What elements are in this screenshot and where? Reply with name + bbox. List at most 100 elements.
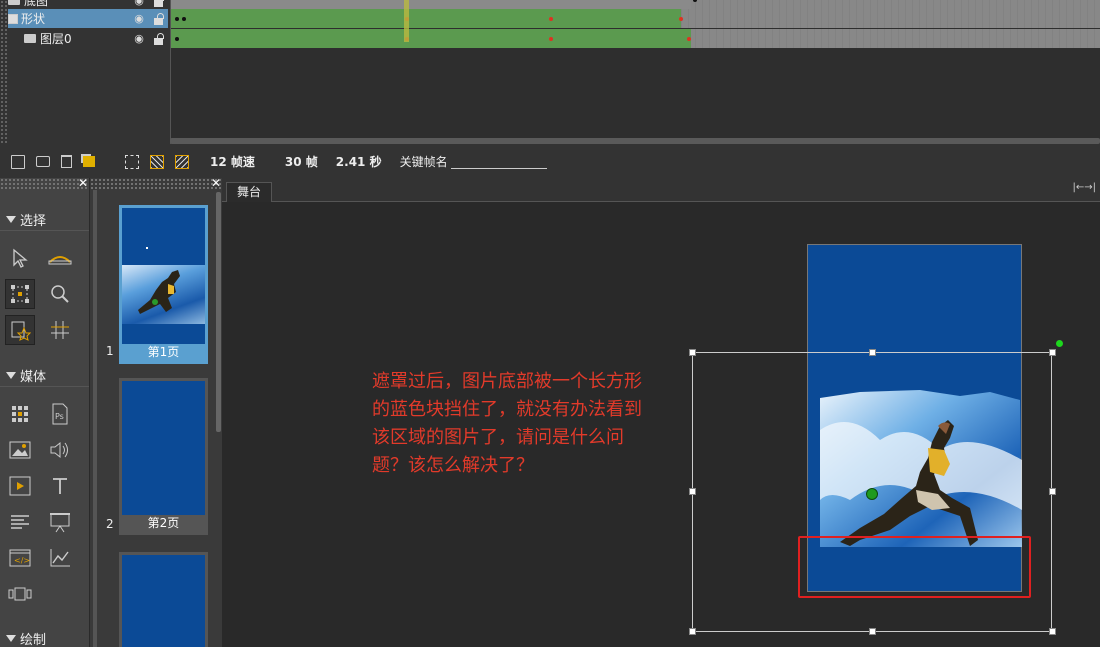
layer-folder-icon <box>8 0 20 5</box>
keyframe[interactable] <box>549 37 553 41</box>
resize-handle-tl[interactable] <box>689 349 696 356</box>
page-label: 第2页 <box>122 515 205 532</box>
layer-row-layer0[interactable]: 图层0 ◉ <box>8 29 168 48</box>
layer-name: 形状 <box>21 12 46 26</box>
tools-panel-grip[interactable] <box>0 178 89 190</box>
web-code-icon[interactable]: </> <box>5 543 35 573</box>
keyframe-name-input[interactable] <box>450 155 547 169</box>
shape-edit-tool-icon[interactable] <box>5 315 35 345</box>
text-tool-icon[interactable] <box>45 471 75 501</box>
lock-icon[interactable] <box>152 32 168 45</box>
lock-icon[interactable] <box>152 12 168 25</box>
chart-icon[interactable] <box>45 543 75 573</box>
layer-name: 图层0 <box>40 32 72 46</box>
keyframe[interactable] <box>182 17 186 21</box>
keyframe[interactable] <box>175 37 179 41</box>
page-number: 1 <box>106 344 114 358</box>
page-thumb-2[interactable]: 第2页 <box>119 378 208 535</box>
frames-row-base[interactable] <box>171 0 1100 9</box>
svg-text:Ps: Ps <box>55 412 64 421</box>
keyframe[interactable] <box>679 17 683 21</box>
zoom-tool-icon[interactable] <box>45 279 75 309</box>
pages-splitter[interactable] <box>93 190 97 647</box>
resize-handle-b[interactable] <box>869 628 876 635</box>
keyframe[interactable] <box>175 17 179 21</box>
page-thumb-3[interactable] <box>119 552 208 647</box>
timeline-toolbar: 12 帧速 30 帧 2.41 秒 关键帧名 <box>0 145 1100 178</box>
paragraph-icon[interactable] <box>5 507 35 537</box>
image-icon[interactable] <box>5 435 35 465</box>
pages-panel-grip[interactable] <box>90 178 222 190</box>
stage-canvas[interactable]: 遮罩过后，图片底部被一个长方形的蓝色块挡住了，就没有办法看到该区域的图片了，请问… <box>222 202 1100 647</box>
layer-name: 底图 <box>24 0 49 8</box>
eye-icon[interactable]: ◉ <box>130 12 148 25</box>
fps-readout[interactable]: 12 帧速 <box>210 153 255 170</box>
pages-panel: ✕ 1 第1页 2 第2页 <box>89 176 222 647</box>
page-label: 第1页 <box>122 344 205 361</box>
delete-layer-icon[interactable] <box>61 155 72 168</box>
sequence-frame-icon[interactable] <box>5 399 35 429</box>
section-media[interactable]: 媒体 <box>0 365 89 387</box>
page-thumbnail-image <box>122 208 205 344</box>
resize-handle-bl[interactable] <box>689 628 696 635</box>
pages-scrollbar[interactable] <box>216 192 221 432</box>
layer-icon <box>24 34 36 43</box>
keyframe[interactable] <box>549 17 553 21</box>
page-number: 2 <box>106 517 114 531</box>
timeline-frames[interactable] <box>170 0 1100 144</box>
resize-handle-l[interactable] <box>689 488 696 495</box>
section-select[interactable]: 选择 <box>0 209 89 231</box>
copy-layer-icon[interactable] <box>83 156 95 167</box>
transform-center-point[interactable] <box>866 488 878 500</box>
tools-panel: ✕ 选择 媒体 Ps </> 绘制 <box>0 176 89 647</box>
keyframe[interactable] <box>687 37 691 41</box>
svg-text:</>: </> <box>14 556 30 565</box>
frame-count-readout: 30 帧 <box>284 155 318 169</box>
tab-stage[interactable]: 舞台 <box>226 182 273 202</box>
onion-skin-icon[interactable] <box>125 154 139 169</box>
annotation-highlight-box <box>798 536 1031 598</box>
playhead[interactable] <box>404 0 409 42</box>
psd-import-icon[interactable]: Ps <box>45 399 75 429</box>
new-folder-icon[interactable] <box>36 156 50 167</box>
keyframe[interactable] <box>693 0 697 2</box>
slideshow-icon[interactable] <box>45 507 75 537</box>
section-draw[interactable]: 绘制 <box>0 628 89 647</box>
resize-handle-br[interactable] <box>1049 628 1056 635</box>
rotate-handle[interactable] <box>1056 340 1063 347</box>
close-icon[interactable]: ✕ <box>77 176 89 190</box>
page-thumb-1[interactable]: 第1页 <box>119 205 208 364</box>
collapse-icon <box>6 372 16 379</box>
frames-row-shape[interactable] <box>171 9 1100 28</box>
timeline-panel: 底图 ◉ 形状 ◉ 图层0 ◉ 12 帧速 30 帧 2.41 秒 关键帧名 <box>0 0 1100 178</box>
close-icon[interactable]: ✕ <box>210 176 222 190</box>
timeline-scrollbar[interactable] <box>170 138 1100 144</box>
lock-icon[interactable] <box>152 0 168 7</box>
gallery-icon[interactable] <box>5 579 35 609</box>
resize-handle-tr[interactable] <box>1049 349 1056 356</box>
timeline-grip[interactable] <box>0 0 8 145</box>
path-tool-icon[interactable] <box>45 243 75 273</box>
frames-row-layer0[interactable] <box>171 29 1100 48</box>
resize-handle-t[interactable] <box>869 349 876 356</box>
section-media-label: 媒体 <box>20 370 47 385</box>
keyframe-name-label: 关键帧名 <box>399 155 448 169</box>
fit-width-icon[interactable]: |←→| <box>1073 182 1097 193</box>
transform-tool-icon[interactable] <box>5 279 35 309</box>
eye-icon[interactable]: ◉ <box>130 0 148 7</box>
collapse-icon <box>6 216 16 223</box>
shape-layer-icon <box>8 13 18 24</box>
audio-icon[interactable] <box>45 435 75 465</box>
page-thumbnail-image <box>122 381 205 515</box>
video-icon[interactable] <box>5 471 35 501</box>
section-draw-label: 绘制 <box>20 633 47 647</box>
layer-row-shape[interactable]: 形状 ◉ <box>8 9 168 28</box>
resize-handle-r[interactable] <box>1049 488 1056 495</box>
new-layer-icon[interactable] <box>11 154 25 169</box>
onion-edit-icon[interactable] <box>150 154 164 169</box>
guide-tool-icon[interactable] <box>45 315 75 345</box>
onion-range-icon[interactable] <box>175 154 189 169</box>
eye-icon[interactable]: ◉ <box>130 32 148 45</box>
select-tool-icon[interactable] <box>5 243 35 273</box>
page-thumbnail-image <box>122 555 205 647</box>
